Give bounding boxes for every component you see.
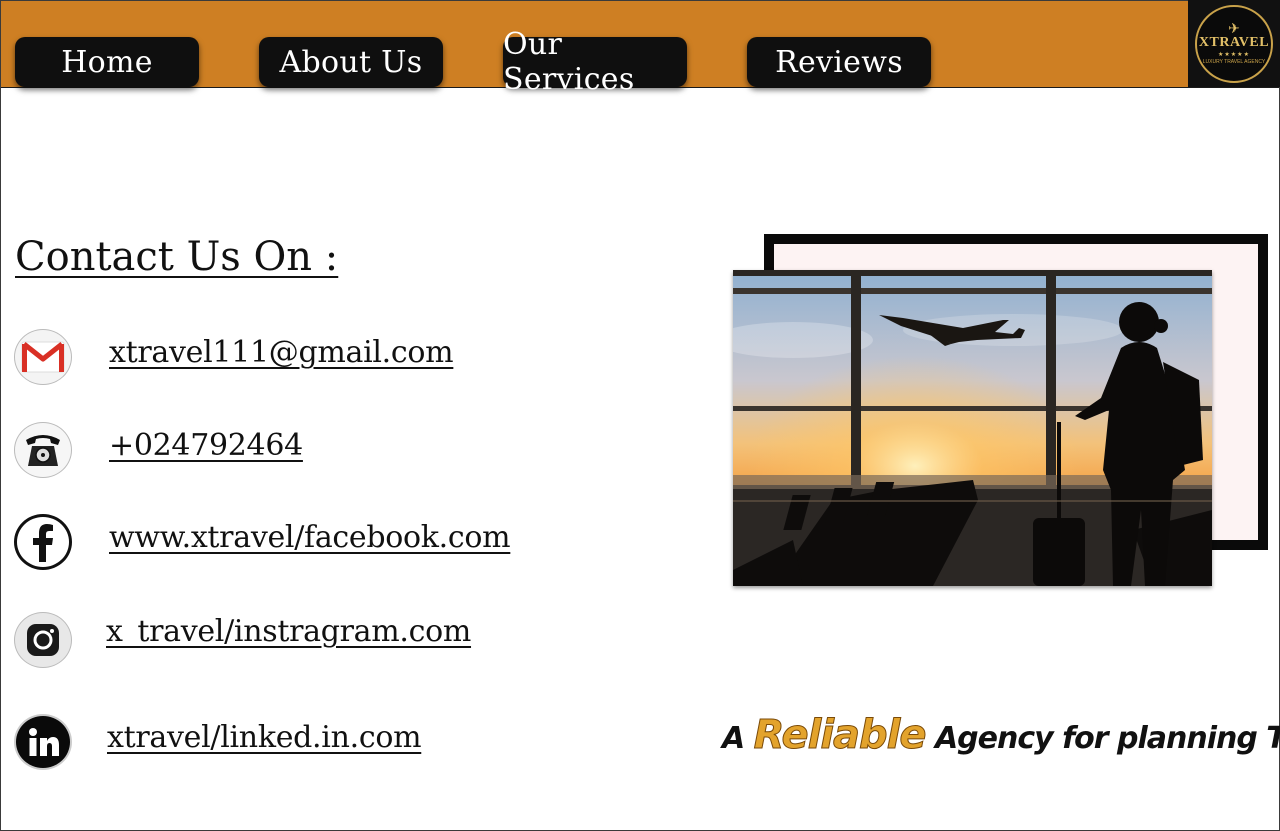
instagram-icon	[14, 612, 72, 668]
tagline-highlight: Reliable	[753, 712, 927, 759]
tagline-suffix: Agency for planning Trips	[934, 721, 1280, 756]
nav-reviews-button[interactable]: Reviews	[747, 37, 931, 87]
logo-text: XTRAVEL	[1198, 34, 1270, 50]
logo-emblem: ✈ XTRAVEL ★★★★★ LUXURY TRAVEL AGENCY	[1195, 4, 1273, 83]
contact-row-facebook: www.xtravel/facebook.com	[14, 514, 614, 570]
linkedin-link[interactable]: xtravel/linked.in.com	[107, 720, 422, 755]
telephone-icon	[14, 422, 72, 478]
airport-traveler-image	[733, 270, 1212, 586]
linkedin-icon	[14, 714, 72, 770]
contact-row-instagram: x_travel/instragram.com	[14, 612, 614, 668]
facebook-icon	[14, 514, 72, 570]
facebook-link[interactable]: www.xtravel/facebook.com	[109, 520, 511, 555]
tagline: A Reliable Agency for planning Trips	[722, 712, 1280, 759]
logo-stars: ★★★★★	[1218, 50, 1250, 58]
nav-about-us-button[interactable]: About Us	[259, 37, 443, 87]
gmail-icon	[14, 329, 72, 385]
instagram-link[interactable]: x_travel/instragram.com	[106, 614, 471, 649]
email-link[interactable]: xtravel111@gmail.com	[109, 335, 454, 370]
contact-row-linkedin: xtravel/linked.in.com	[14, 714, 614, 770]
logo[interactable]: ✈ XTRAVEL ★★★★★ LUXURY TRAVEL AGENCY	[1188, 0, 1280, 87]
logo-subtitle: LUXURY TRAVEL AGENCY	[1202, 58, 1266, 65]
nav-home-button[interactable]: Home	[15, 37, 199, 87]
nav-our-services-button[interactable]: Our Services	[503, 27, 687, 97]
tagline-prefix: A	[722, 721, 745, 756]
top-nav-bar: Home About Us Our Services Reviews	[1, 1, 1279, 97]
contact-row-email: xtravel111@gmail.com	[14, 329, 614, 385]
plane-icon: ✈	[1228, 20, 1240, 37]
contact-title: Contact Us On :	[15, 234, 339, 280]
contact-row-phone: +024792464	[14, 422, 614, 478]
phone-link[interactable]: +024792464	[109, 428, 303, 463]
